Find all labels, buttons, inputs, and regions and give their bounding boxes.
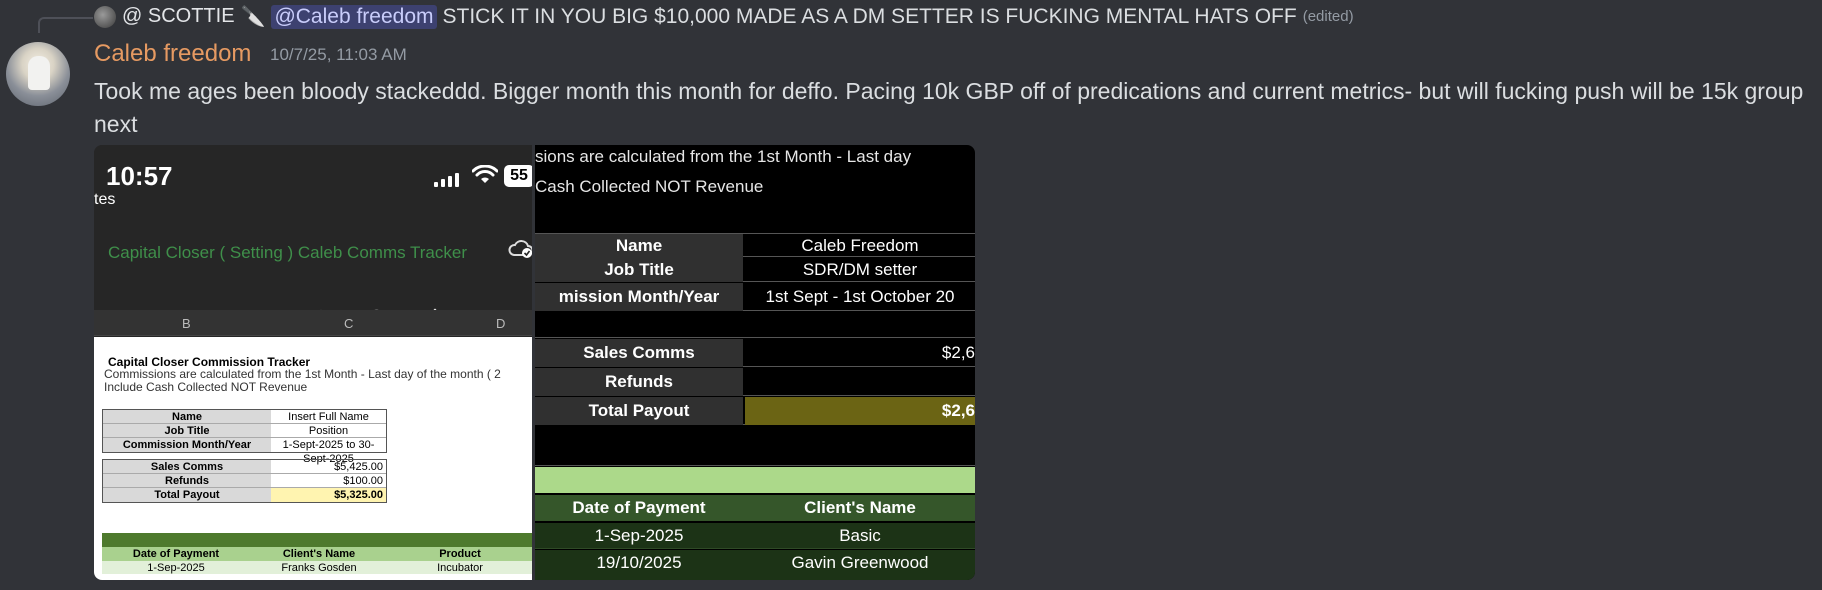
blank-row: [535, 426, 975, 466]
user-avatar[interactable]: [6, 42, 70, 106]
wifi-icon: [472, 165, 498, 183]
table-row: 1-Sep-2025 Basic: [535, 523, 975, 549]
table-row: Job Title Position: [103, 424, 386, 438]
reply-reference[interactable]: @ SCOTTIE 🔪 @Caleb freedom STICK IT IN Y…: [0, 0, 1822, 36]
username[interactable]: Caleb freedom: [94, 40, 251, 68]
payments-header: Date of Payment Client's Name Product: [102, 547, 532, 561]
cell-date[interactable]: 19/10/2025: [535, 553, 743, 573]
cell-label: Refunds: [535, 368, 743, 396]
cell-product[interactable]: Incubator: [388, 561, 532, 574]
cell-client[interactable]: Franks Gosden: [250, 561, 388, 574]
knife-emoji-icon: 🔪: [240, 6, 266, 28]
reply-content: @ SCOTTIE 🔪 @Caleb freedom STICK IT IN Y…: [94, 4, 1354, 29]
reply-text: STICK IT IN YOU BIG $10,000 MADE AS A DM…: [442, 4, 1297, 28]
payments-header: Date of Payment Client's Name: [535, 495, 975, 521]
sheet-subtitle: Commissions are calculated from the 1st …: [104, 368, 501, 394]
zoom-subtitle-line2: Cash Collected NOT Revenue: [535, 177, 764, 196]
reply-spine: [38, 17, 93, 33]
header-product: Product: [439, 548, 481, 560]
reply-author-name: @ SCOTTIE: [122, 5, 235, 27]
battery-icon: 55: [504, 165, 532, 187]
cell-value[interactable]: $2,6: [745, 397, 975, 425]
timestamp[interactable]: 10/7/25, 11:03 AM: [270, 45, 407, 65]
header-client: Client's Name: [804, 498, 916, 517]
column-header-d[interactable]: D: [496, 316, 505, 331]
table-row: Sales Comms $5,425.00: [103, 460, 386, 474]
edited-label: (edited): [1302, 8, 1354, 25]
phone-clock: 10:57: [106, 161, 173, 191]
avatar-photo: [28, 56, 50, 90]
signal-icon: [434, 173, 459, 187]
table-row: Total Payout $2,6: [535, 397, 975, 425]
table-row: Commission Month/Year 1-Sept-2025 to 30-S…: [103, 438, 386, 465]
cell-client[interactable]: Basic: [745, 526, 975, 546]
cell-value[interactable]: [745, 368, 975, 396]
spreadsheet-column-headers: B C D: [94, 310, 532, 336]
cell-label: Total Payout: [535, 397, 743, 425]
message-body: Took me ages been bloody stackeddd. Bigg…: [94, 78, 1804, 137]
cell-label: Sales Comms: [103, 460, 271, 473]
table-row: Job Title SDR/DM setter: [535, 258, 975, 282]
cell-date[interactable]: 1-Sep-2025: [535, 526, 743, 546]
header-date: Date of Payment: [572, 498, 706, 517]
cell-date[interactable]: 1-Sep-2025: [102, 561, 250, 574]
cell-client[interactable]: Gavin Greenwood: [745, 553, 975, 573]
cell-value[interactable]: SDR/DM setter: [745, 258, 975, 282]
cell-value[interactable]: 1-Sept-2025 to 30-Sept-2025: [271, 438, 386, 465]
table-row: Name Insert Full Name: [103, 410, 386, 424]
phone-back-text: tes: [94, 191, 116, 208]
cell-label: Name: [103, 410, 271, 423]
cell-label: Commission Month/Year: [103, 438, 271, 452]
phone-status-bar: 10:57 tes 55: [94, 145, 532, 215]
cell-label: Job Title: [103, 424, 271, 437]
cell-value[interactable]: $5,425.00: [271, 460, 386, 473]
sheet-subtitle-line2: Include Cash Collected NOT Revenue: [104, 380, 308, 394]
cell-value[interactable]: Caleb Freedom: [745, 234, 975, 258]
cell-value[interactable]: $100.00: [271, 474, 386, 487]
info-table: Name Insert Full Name Job Title Position C…: [102, 409, 387, 465]
zoom-subtitle-line1: sions are calculated from the 1st Month …: [535, 147, 912, 166]
cell-label: Refunds: [103, 474, 271, 487]
table-row: mission Month/Year 1st Sept - 1st Octobe…: [535, 283, 975, 311]
table-row: Refunds: [535, 368, 975, 396]
section-band: [535, 467, 975, 493]
header-client: Client's Name: [282, 548, 356, 560]
cell-label: Job Title: [535, 258, 743, 282]
mention-tag[interactable]: @Caleb freedom: [271, 4, 437, 29]
reply-avatar[interactable]: [94, 5, 116, 28]
cell-value[interactable]: Insert Full Name: [271, 410, 386, 423]
table-row: Refunds $100.00: [103, 474, 386, 488]
table-row: 19/10/2025 Gavin Greenwood: [535, 550, 975, 580]
cell-label: mission Month/Year: [535, 283, 743, 311]
blank-row: [535, 312, 975, 338]
totals-table: Sales Comms $5,425.00 Refunds $100.00 Tota…: [102, 459, 387, 503]
section-band: [102, 533, 532, 547]
reply-author[interactable]: @ SCOTTIE: [122, 5, 235, 28]
column-header-b[interactable]: B: [182, 316, 191, 331]
table-row: Sales Comms $2,6: [535, 339, 975, 367]
table-row: Name Caleb Freedom: [535, 233, 975, 258]
document-title: Capital Closer ( Setting ) Caleb Comms T…: [108, 243, 468, 262]
cell-value[interactable]: Position: [271, 424, 386, 437]
image-attachment-phone[interactable]: 10:57 tes 55 Capital Closer ( Setting ) …: [94, 145, 532, 580]
spreadsheet-body: Capital Closer Commission Tracker Commis…: [94, 337, 532, 580]
cell-value[interactable]: $5,325.00: [271, 488, 386, 502]
cell-value[interactable]: 1st Sept - 1st October 20: [745, 283, 975, 311]
cloud-sync-icon: [508, 240, 532, 258]
cell-label: Sales Comms: [535, 339, 743, 367]
cell-value[interactable]: $2,6: [745, 339, 975, 367]
cell-label: Name: [535, 234, 743, 258]
header-date: Date of Payment: [132, 548, 220, 560]
column-header-c[interactable]: C: [344, 316, 353, 331]
image-attachment-zoomed[interactable]: sions are calculated from the 1st Month …: [535, 145, 975, 580]
table-row: Total Payout $5,325.00: [103, 488, 386, 502]
table-row: 1-Sep-2025 Franks Gosden Incubator: [102, 561, 532, 574]
cell-label: Total Payout: [103, 488, 271, 502]
